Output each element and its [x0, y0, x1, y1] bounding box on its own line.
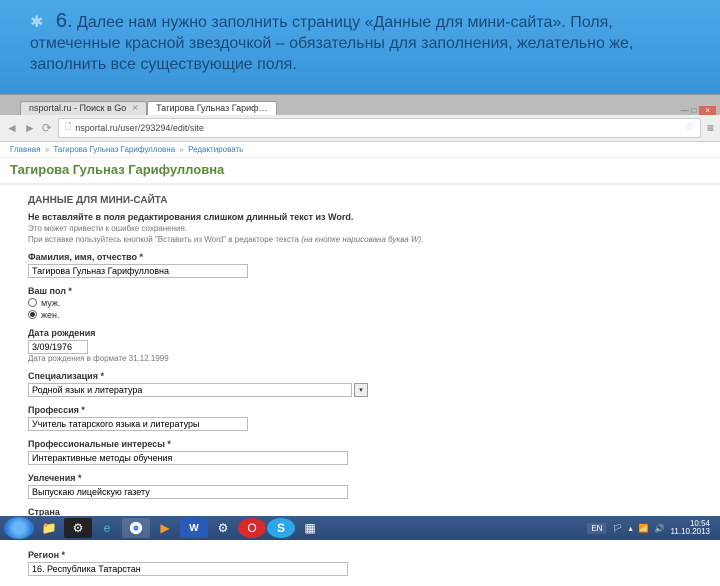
windows-taskbar: 📁 ⚙ e ▶ W ⚙ O S ▦ EN 🏳 ▴ 📶 🔊 10:54 11.10… — [0, 516, 720, 540]
region-input[interactable] — [28, 562, 348, 576]
taskbar-explorer-icon[interactable]: 📁 — [35, 518, 63, 538]
tray-flag-icon[interactable]: 🏳 — [612, 524, 622, 533]
interests-input[interactable] — [28, 451, 348, 465]
taskbar-app-icon[interactable]: ▦ — [296, 518, 324, 538]
dob-hint: Дата рождения в формате 31.12.1999 — [28, 354, 692, 363]
browser-window: nsportal.ru - Поиск в Go× Тагирова Гульн… — [0, 94, 720, 142]
taskbar-settings-icon[interactable]: ⚙ — [209, 518, 237, 538]
taskbar-skype-icon[interactable]: S — [267, 518, 295, 538]
fio-label: Фамилия, имя, отчество * — [28, 252, 692, 262]
field-dob: Дата рождения Дата рождения в формате 31… — [28, 328, 692, 363]
taskbar-chrome-icon[interactable] — [122, 518, 150, 538]
field-profession: Профессия * — [28, 405, 692, 431]
breadcrumb-item[interactable]: Тагирова Гульназ Гарифулловна — [53, 145, 175, 154]
radio-male[interactable] — [28, 298, 37, 307]
taskbar-opera-icon[interactable]: O — [238, 518, 266, 538]
field-region: Регион * — [28, 550, 692, 576]
gender-label: Ваш пол * — [28, 286, 692, 296]
warning-text: Не вставляйте в поля редактирования слиш… — [28, 212, 692, 222]
menu-icon[interactable]: ≡ — [707, 121, 714, 135]
prof-input[interactable] — [28, 417, 248, 431]
page-title: Тагирова Гульназ Гарифулловна — [0, 158, 720, 185]
breadcrumb-item[interactable]: Главная — [10, 145, 40, 154]
window-close-icon[interactable]: × — [699, 106, 716, 115]
dob-input[interactable] — [28, 340, 88, 354]
field-fio: Фамилия, имя, отчество * — [28, 252, 692, 278]
step-number: 6. — [56, 10, 73, 32]
browser-tab[interactable]: nsportal.ru - Поиск в Go× — [20, 101, 147, 115]
taskbar-word-icon[interactable]: W — [180, 518, 208, 538]
forward-icon[interactable]: ► — [24, 121, 36, 135]
dropdown-icon[interactable]: ▾ — [354, 383, 368, 397]
url-text: nsportal.ru/user/293294/edit/site — [75, 123, 204, 133]
taskbar-app-icon[interactable]: ⚙ — [64, 518, 92, 538]
field-specialization: Специализация * ▾ — [28, 371, 692, 397]
browser-tab[interactable]: Тагирова Гульназ Гариф× — [147, 101, 277, 115]
tray-network-icon[interactable]: 📶 — [639, 524, 649, 533]
address-bar[interactable]: 🗋 nsportal.ru/user/293294/edit/site ☆ — [58, 118, 701, 138]
hobby-input[interactable] — [28, 485, 348, 499]
breadcrumb-item[interactable]: Редактировать — [188, 145, 243, 154]
back-icon[interactable]: ◄ — [6, 121, 18, 135]
window-minimize-icon[interactable]: — — [680, 106, 688, 115]
taskbar-media-icon[interactable]: ▶ — [151, 518, 179, 538]
dob-label: Дата рождения — [28, 328, 692, 338]
prof-label: Профессия * — [28, 405, 692, 415]
window-maximize-icon[interactable]: □ — [691, 106, 696, 115]
spec-input[interactable] — [28, 383, 352, 397]
region-label: Регион * — [28, 550, 692, 560]
radio-male-label: муж. — [41, 298, 60, 308]
field-hobby: Увлечения * — [28, 473, 692, 499]
instruction-text: Далее нам нужно заполнить страницу «Данн… — [30, 14, 633, 73]
fio-input[interactable] — [28, 264, 248, 278]
hint-text: Это может привести к ошибке сохранения. — [28, 224, 692, 233]
field-gender: Ваш пол * муж. жен. — [28, 286, 692, 320]
radio-female-label: жен. — [41, 310, 60, 320]
radio-female[interactable] — [28, 310, 37, 319]
close-icon[interactable]: × — [132, 103, 138, 114]
bullet-icon: ✱ — [30, 14, 43, 31]
tray-chevron-icon[interactable]: ▴ — [629, 524, 633, 533]
taskbar-ie-icon[interactable]: e — [93, 518, 121, 538]
bookmark-star-icon[interactable]: ☆ — [685, 122, 694, 133]
breadcrumb: Главная » Тагирова Гульназ Гарифулловна … — [0, 142, 720, 158]
slide-instruction: ✱ 6. Далее нам нужно заполнить страницу … — [0, 0, 720, 94]
language-indicator[interactable]: EN — [587, 523, 606, 534]
field-interests: Профессиональные интересы * — [28, 439, 692, 465]
hint-text: При вставке пользуйтесь кнопкой "Вставит… — [28, 235, 692, 244]
tray-volume-icon[interactable]: 🔊 — [655, 524, 665, 533]
system-tray: EN 🏳 ▴ 📶 🔊 10:54 11.10.2013 — [587, 520, 716, 536]
browser-tabbar: nsportal.ru - Поиск в Go× Тагирова Гульн… — [0, 95, 720, 115]
interests-label: Профессиональные интересы * — [28, 439, 692, 449]
spec-label: Специализация * — [28, 371, 692, 381]
hobby-label: Увлечения * — [28, 473, 692, 483]
reload-icon[interactable]: ⟳ — [42, 121, 52, 135]
page-icon: 🗋 — [65, 121, 71, 135]
start-button[interactable] — [4, 517, 34, 539]
clock[interactable]: 10:54 11.10.2013 — [671, 520, 710, 536]
section-title: ДАННЫЕ ДЛЯ МИНИ-САЙТА — [28, 195, 692, 206]
address-bar-row: ◄ ► ⟳ 🗋 nsportal.ru/user/293294/edit/sit… — [0, 115, 720, 142]
